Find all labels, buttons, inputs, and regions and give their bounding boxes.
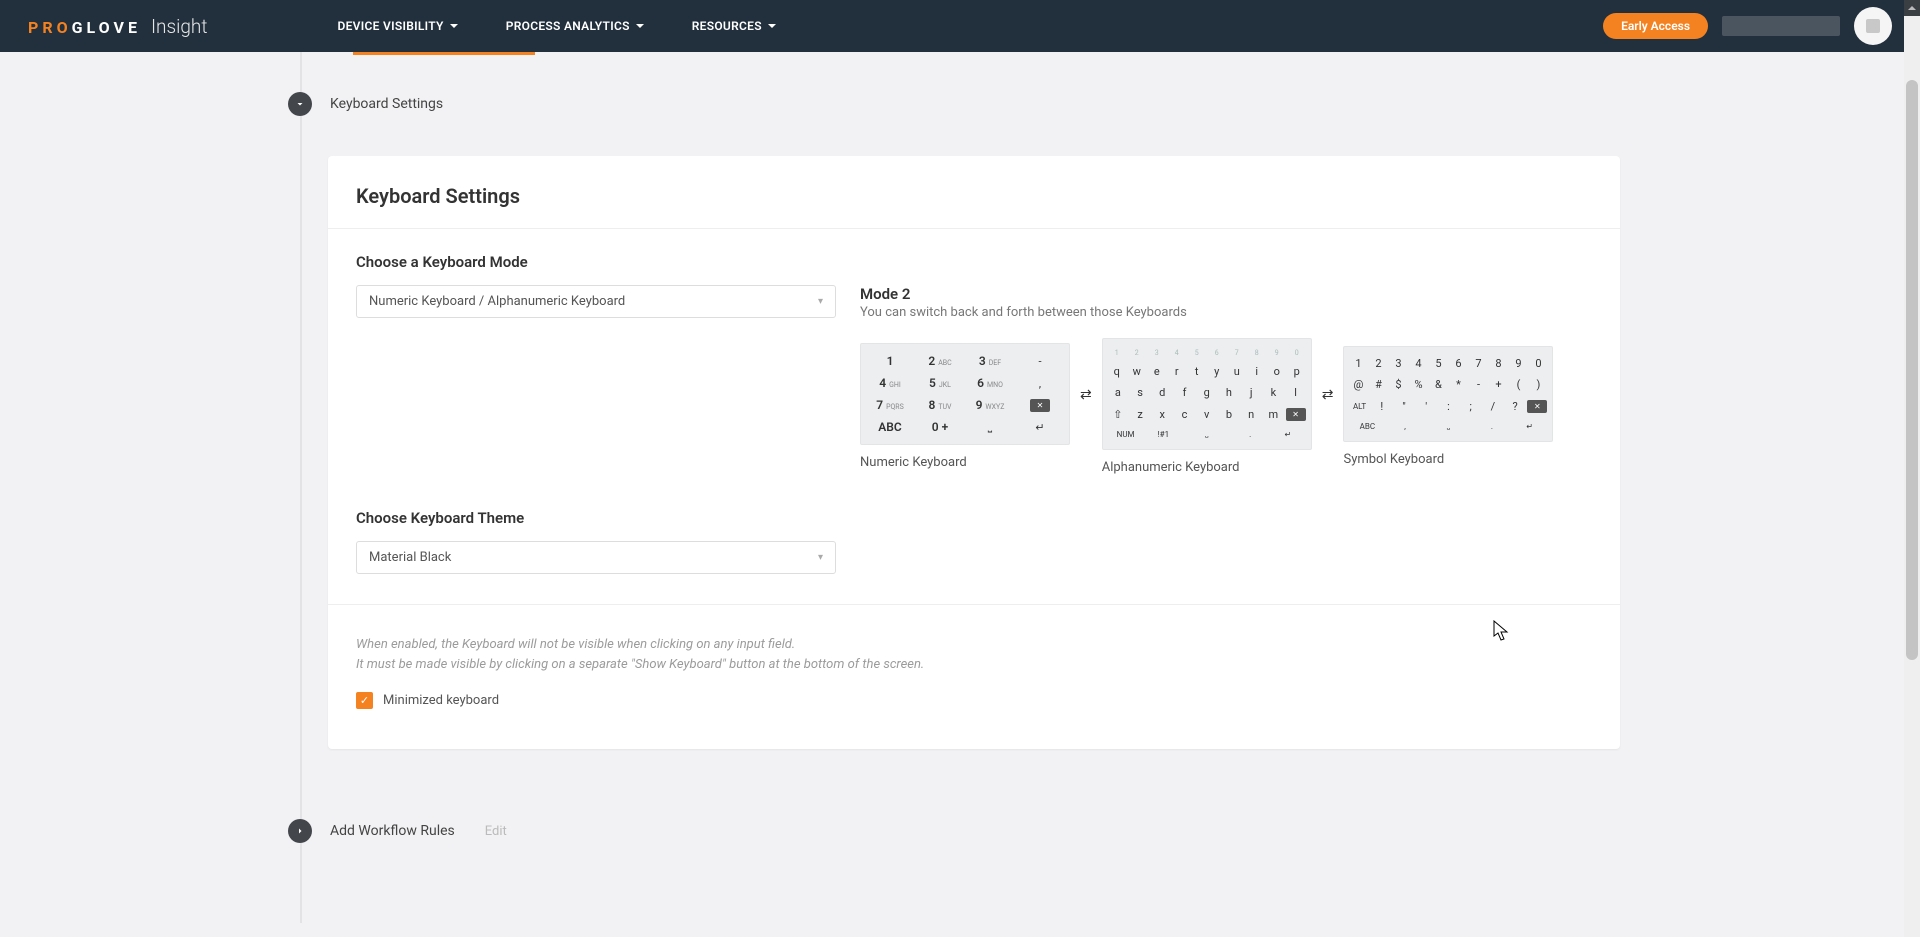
minimized-keyboard-checkbox[interactable]: ✓: [356, 692, 373, 709]
early-access-button[interactable]: Early Access: [1603, 13, 1708, 39]
keyboard-settings-card: Keyboard Settings Choose a Keyboard Mode…: [328, 156, 1620, 749]
swap-icon: ⇄: [1080, 387, 1092, 427]
logo-glove: GLOVE: [72, 18, 141, 37]
scroll-up-button[interactable]: [1904, 0, 1920, 16]
chevron-down-icon: [294, 98, 306, 110]
avatar-icon: [1866, 19, 1880, 33]
chevron-down-icon: [768, 24, 776, 28]
alpha-keyboard-preview: 1234567890 qwertyuiop asdfghjkl ⇧zxcvbnm…: [1102, 338, 1312, 450]
symbol-keyboard-label: Symbol Keyboard: [1343, 452, 1553, 467]
nav-device-visibility[interactable]: DEVICE VISIBILITY: [337, 19, 457, 33]
logo[interactable]: PROGLOVE Insight: [28, 15, 207, 38]
top-header: PROGLOVE Insight DEVICE VISIBILITY PROCE…: [0, 0, 1920, 52]
keyboard-theme-select[interactable]: Material Black ▾: [356, 541, 836, 574]
alpha-keyboard-label: Alphanumeric Keyboard: [1102, 460, 1312, 475]
avatar[interactable]: [1854, 7, 1892, 45]
workflow-edit-link[interactable]: Edit: [485, 824, 507, 839]
card-title: Keyboard Settings: [356, 184, 1592, 208]
user-name-placeholder: [1722, 16, 1840, 36]
vertical-scrollbar[interactable]: [1904, 0, 1920, 937]
keyboard-theme-label: Choose Keyboard Theme: [356, 509, 1592, 527]
collapse-keyboard-section-button[interactable]: [288, 92, 312, 116]
expand-workflow-section-button[interactable]: [288, 819, 312, 843]
section-title-keyboard: Keyboard Settings: [330, 96, 443, 112]
nav-process-analytics[interactable]: PROCESS ANALYTICS: [506, 19, 644, 33]
main-nav: DEVICE VISIBILITY PROCESS ANALYTICS RESO…: [337, 19, 775, 33]
chevron-right-icon: [294, 825, 306, 837]
symbol-keyboard-preview: 1234567890 @#$%&*-+() ALT!"':;/?✕ ABC,⎵.…: [1343, 346, 1553, 442]
numeric-keyboard-preview: 12ABC3DEF- 4GHI5JKL6MNO, 7PQRS8TUV9WXYZ✕…: [860, 343, 1070, 445]
section-title-workflow: Add Workflow Rules: [330, 823, 455, 839]
nav-resources[interactable]: RESOURCES: [692, 19, 776, 33]
keyboard-mode-select[interactable]: Numeric Keyboard / Alphanumeric Keyboard…: [356, 285, 836, 318]
product-name: Insight: [151, 15, 208, 38]
mode-name: Mode 2: [860, 285, 1592, 303]
timeline-rail: [300, 52, 302, 923]
caret-down-icon: ▾: [818, 552, 823, 563]
numeric-keyboard-label: Numeric Keyboard: [860, 455, 1070, 470]
swap-icon: ⇄: [1322, 387, 1334, 427]
keyboard-mode-label: Choose a Keyboard Mode: [356, 253, 1592, 271]
minimized-keyboard-note: When enabled, the Keyboard will not be v…: [356, 635, 1592, 674]
mode-description: You can switch back and forth between th…: [860, 305, 1592, 320]
chevron-down-icon: [636, 24, 644, 28]
scroll-thumb[interactable]: [1906, 80, 1918, 660]
caret-down-icon: ▾: [818, 296, 823, 307]
divider: [328, 604, 1620, 605]
minimized-keyboard-label: Minimized keyboard: [383, 693, 499, 708]
chevron-down-icon: [450, 24, 458, 28]
logo-pro: PRO: [28, 18, 72, 37]
